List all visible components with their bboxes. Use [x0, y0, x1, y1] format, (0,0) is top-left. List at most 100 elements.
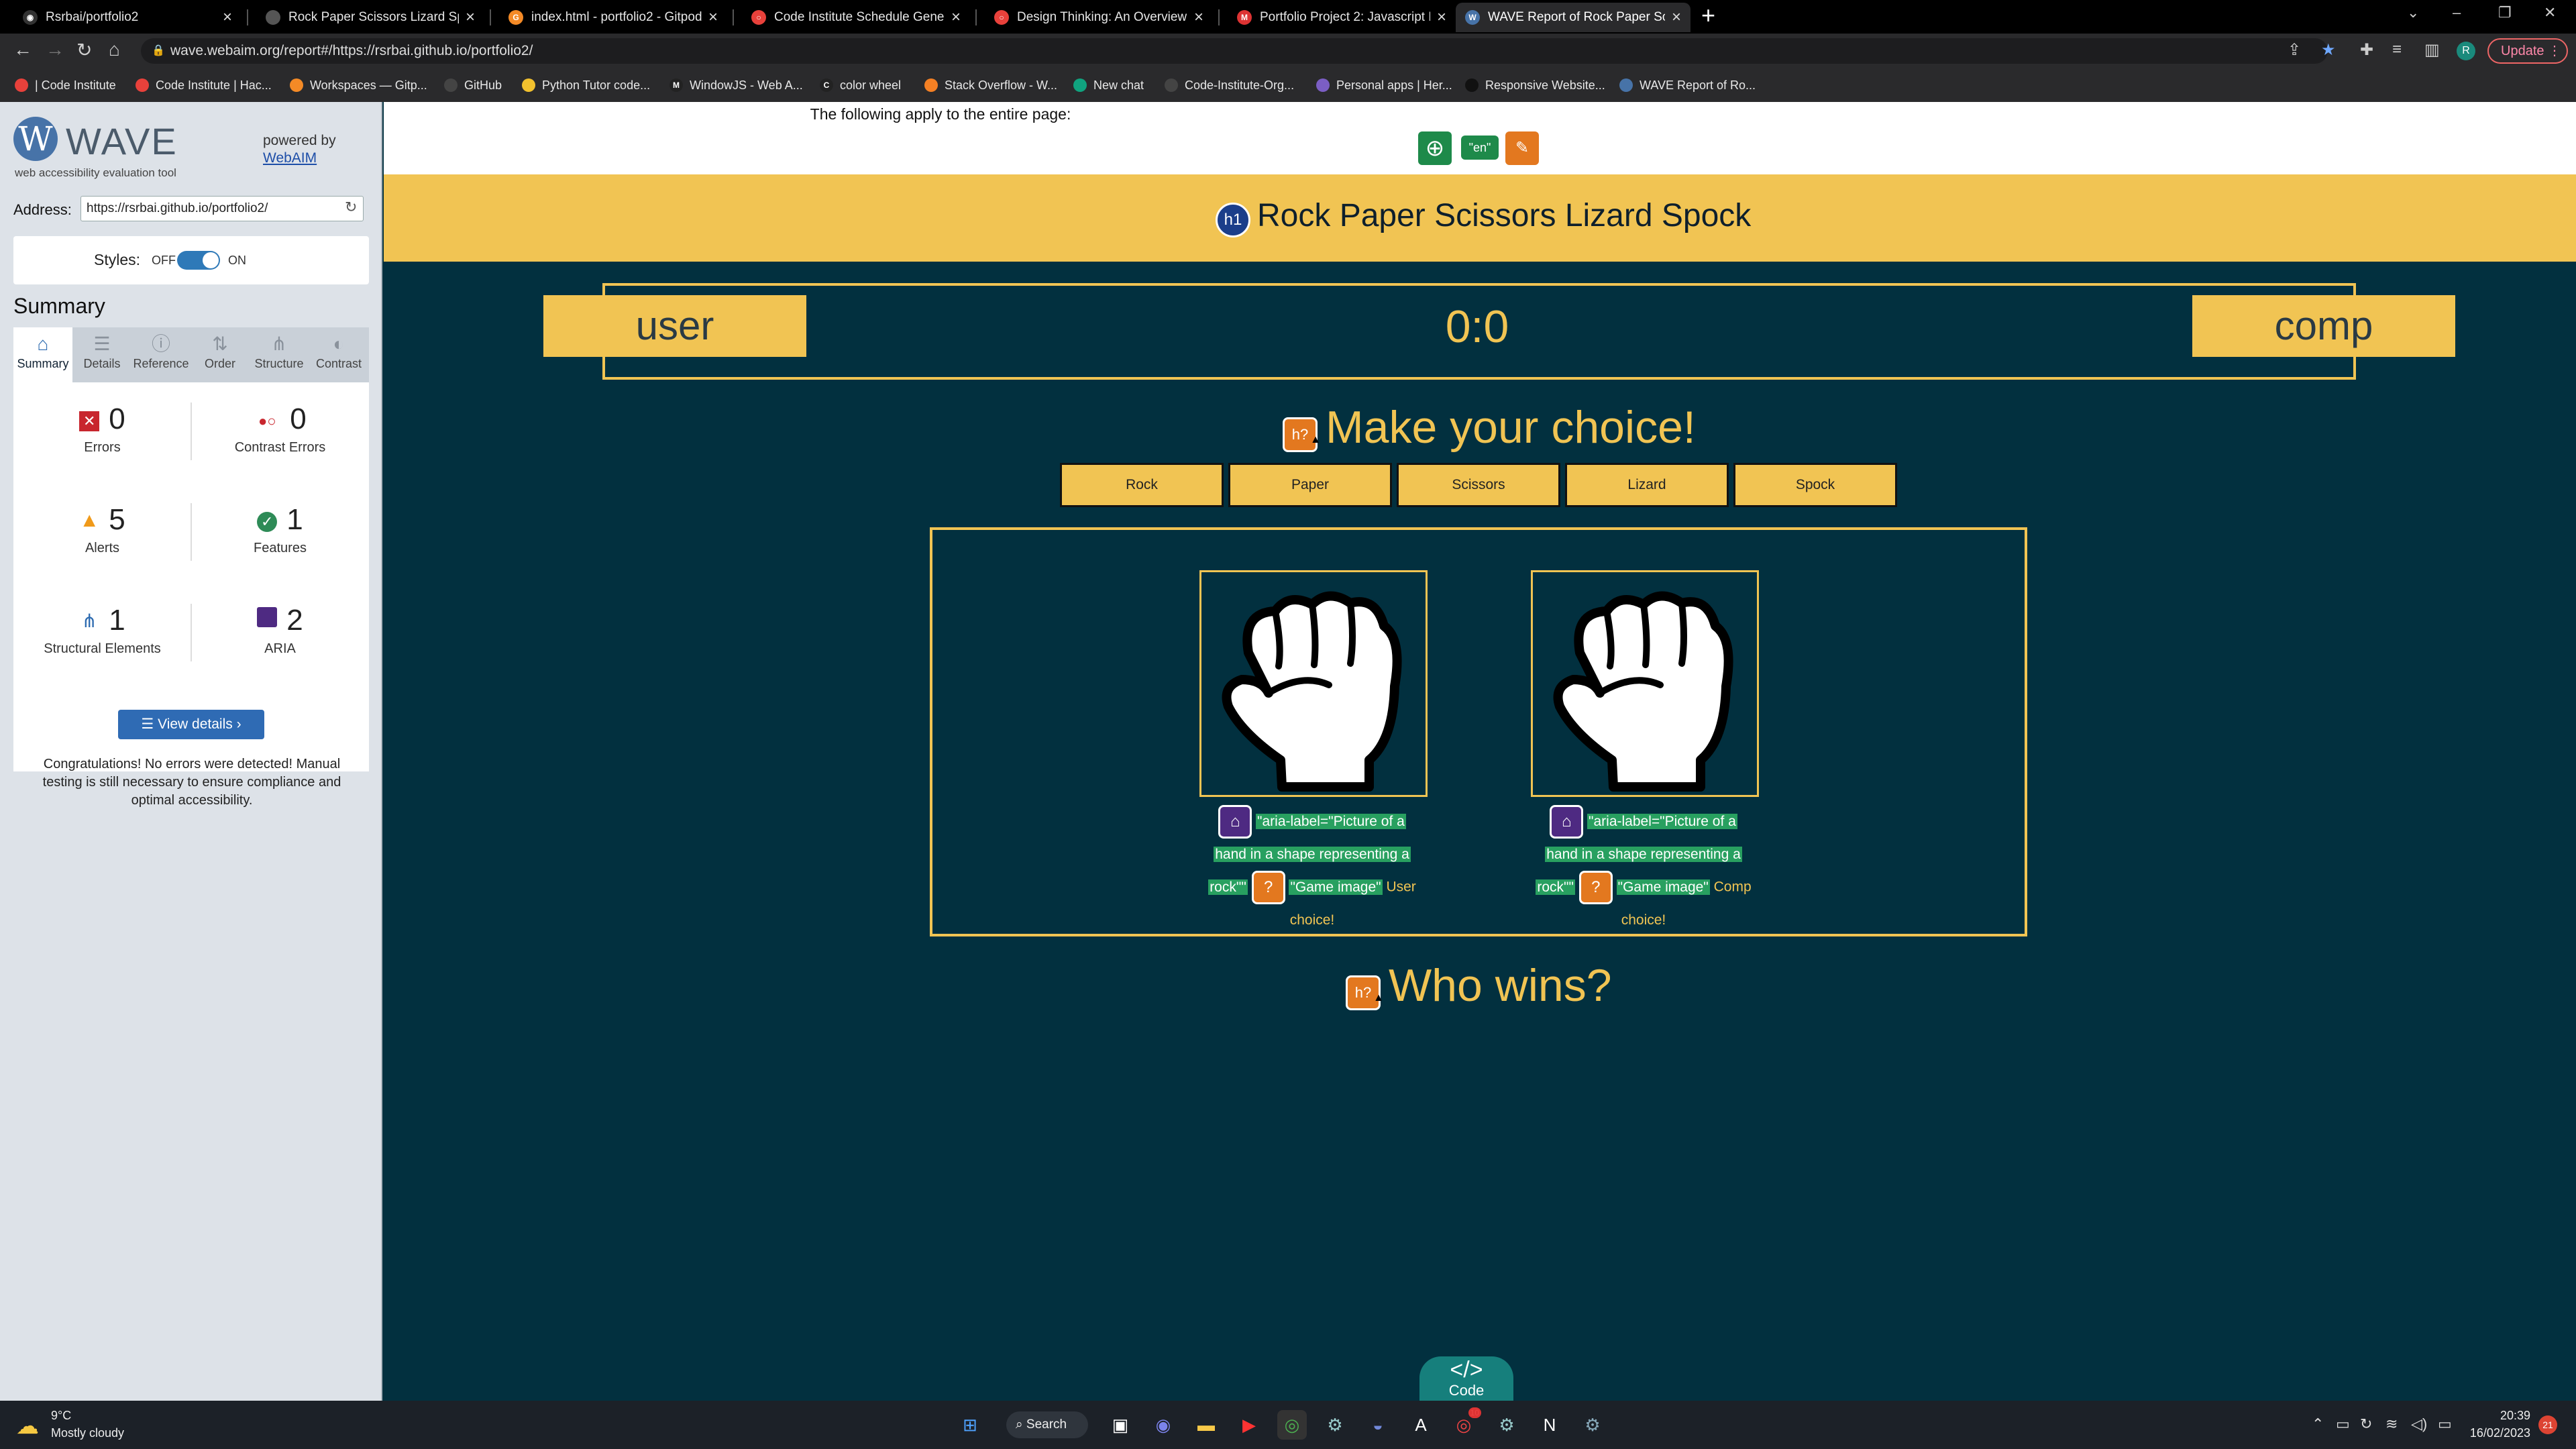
spock-button[interactable]: Spock	[1733, 463, 1897, 507]
bookmark-workspaces[interactable]: Workspaces — Gitp...	[290, 74, 427, 97]
minimize-icon[interactable]: –	[2453, 4, 2461, 21]
media-icon[interactable]: ≡	[2392, 40, 2402, 59]
tab-order[interactable]: ⇅ Order	[191, 327, 250, 382]
notification-count[interactable]: 21	[2538, 1415, 2557, 1434]
tab-portfolio-project-2[interactable]: M Portfolio Project 2: Javascript Ess ×	[1228, 3, 1456, 32]
bookmark-wave-report[interactable]: WAVE Report of Ro...	[1619, 74, 1756, 97]
steam-icon[interactable]: ⚙	[1320, 1410, 1350, 1440]
styles-toggle[interactable]	[177, 251, 220, 270]
update-button[interactable]: Update ⋮	[2487, 38, 2568, 64]
tab-title: Code Institute Schedule Generato	[774, 10, 945, 24]
forward-icon[interactable]: →	[46, 39, 64, 60]
bookmark-stack-overflow[interactable]: Stack Overflow - W...	[924, 74, 1057, 97]
refresh-icon[interactable]: ↻	[345, 199, 357, 216]
language-globe-icon[interactable]: ⊕	[1418, 131, 1452, 165]
chrome-icon[interactable]: ◎	[1277, 1410, 1307, 1440]
discord-icon[interactable]: ◒	[1363, 1410, 1393, 1440]
tray-chevron-icon[interactable]: ⌃	[2312, 1415, 2324, 1433]
bookmark-code-institute[interactable]: | Code Institute	[15, 74, 116, 97]
scissors-button[interactable]: Scissors	[1397, 463, 1560, 507]
code-panel-button[interactable]: </> Code	[1419, 1356, 1513, 1401]
close-window-icon[interactable]: ✕	[2544, 4, 2556, 21]
wifi-icon[interactable]: ≋	[2385, 1415, 2398, 1433]
battery-icon[interactable]: ▭	[2438, 1415, 2452, 1433]
page-alert-icon[interactable]: ✎	[1505, 131, 1539, 165]
steam-alt-icon[interactable]: ⚙	[1492, 1410, 1521, 1440]
task-view-icon[interactable]: ▣	[1106, 1410, 1135, 1440]
profile-avatar[interactable]: R	[2457, 42, 2475, 60]
restore-icon[interactable]: ❐	[2498, 4, 2512, 21]
bookmark-personal-apps[interactable]: Personal apps | Her...	[1316, 74, 1452, 97]
weather-icon[interactable]: ☁	[16, 1413, 39, 1440]
tab-design-thinking[interactable]: ○ Design Thinking: An Overview | C ×	[985, 3, 1213, 32]
notion-icon[interactable]: N	[1535, 1410, 1564, 1440]
webaim-link[interactable]: WebAIM	[263, 150, 317, 166]
close-icon[interactable]: ×	[1437, 8, 1446, 27]
tray-sync-icon[interactable]: ↻	[2360, 1415, 2372, 1433]
tab-label: Summary	[17, 357, 69, 370]
file-explorer-icon[interactable]: ▬	[1191, 1410, 1221, 1440]
bookmark-new-chat[interactable]: New chat	[1073, 74, 1144, 97]
side-panel-icon[interactable]: ▥	[2424, 40, 2440, 60]
close-icon[interactable]: ×	[1194, 8, 1203, 27]
youtube-icon[interactable]: ▶	[1234, 1410, 1264, 1440]
tab-wave-report[interactable]: W WAVE Report of Rock Paper Scisso ×	[1456, 3, 1690, 32]
aria-tag-icon[interactable]: ⌂	[1550, 805, 1584, 839]
heading-alert-icon[interactable]: h? ▲	[1283, 417, 1321, 452]
close-icon[interactable]: ×	[708, 8, 718, 27]
bookmark-github[interactable]: GitHub	[444, 74, 502, 97]
tab-reference[interactable]: ⓘ Reference	[131, 327, 191, 382]
aria-tag-icon[interactable]: ⌂	[1218, 805, 1252, 839]
close-icon[interactable]: ×	[951, 8, 961, 27]
view-details-button[interactable]: ☰ View details ›	[118, 710, 264, 739]
start-icon[interactable]: ⊞	[955, 1410, 985, 1440]
close-icon[interactable]: ×	[223, 8, 232, 27]
address-input[interactable]: https://rsrbai.github.io/portfolio2/	[80, 196, 364, 221]
tab-search-icon[interactable]: ⌄	[2407, 4, 2419, 21]
game-images-frame	[930, 527, 2027, 936]
h1-badge-icon[interactable]: h1	[1216, 203, 1250, 237]
tab-contrast[interactable]: ◐ Contrast	[309, 327, 369, 382]
alt-alert-icon[interactable]: ?	[1251, 871, 1285, 904]
bookmark-star-icon[interactable]: ★	[2321, 40, 2336, 60]
aria-label: ARIA	[264, 641, 296, 656]
bookmark-python-tutor[interactable]: Python Tutor code...	[522, 74, 650, 97]
back-icon[interactable]: ←	[13, 39, 32, 60]
bookmark-color-wheel[interactable]: Ccolor wheel	[820, 74, 901, 97]
settings-icon[interactable]: ⚙	[1578, 1410, 1607, 1440]
tab-schedule-generator[interactable]: ○ Code Institute Schedule Generato ×	[742, 3, 970, 32]
lizard-button[interactable]: Lizard	[1565, 463, 1729, 507]
bookmark-windowjs[interactable]: M WindowJS - Web A...	[669, 74, 803, 97]
styles-on-label: ON	[228, 254, 246, 267]
share-icon[interactable]: ⇪	[2288, 40, 2301, 60]
teams-icon[interactable]: ◉	[1148, 1410, 1178, 1440]
home-icon[interactable]: ⌂	[109, 39, 120, 60]
alt-alert-icon[interactable]: ?	[1578, 871, 1613, 904]
tab-details[interactable]: ☰ Details	[72, 327, 131, 382]
rock-button[interactable]: Rock	[1060, 463, 1224, 507]
tab-rock-paper-scissors[interactable]: Rock Paper Scissors Lizard Spock ×	[256, 3, 484, 32]
lang-value-badge[interactable]: "en"	[1461, 136, 1499, 160]
volume-icon[interactable]: ◁)	[2411, 1415, 2427, 1433]
paper-button[interactable]: Paper	[1228, 463, 1392, 507]
close-icon[interactable]: ×	[1672, 8, 1681, 27]
tab-summary[interactable]: ⌂ Summary	[13, 327, 72, 382]
new-tab-icon[interactable]: +	[1701, 1, 1715, 30]
tab-gitpod-index[interactable]: G index.html - portfolio2 - Gitpod C ×	[499, 3, 727, 32]
tab-rsrbai-portfolio2[interactable]: ◉ Rsrbai/portfolio2 ×	[13, 3, 241, 32]
tab-structure[interactable]: ⋔ Structure	[250, 327, 309, 382]
bookmark-responsive-website[interactable]: Responsive Website...	[1465, 74, 1605, 97]
adobe-icon[interactable]: A	[1406, 1410, 1436, 1440]
close-icon[interactable]: ×	[466, 8, 475, 27]
rock-fist-icon	[1553, 591, 1733, 792]
address-bar[interactable]: 🔒 wave.webaim.org/report#/https://rsrbai…	[141, 38, 2328, 64]
bookmark-code-institute-org[interactable]: Code-Institute-Org...	[1165, 74, 1294, 97]
chrome-red-icon[interactable]: ◎ 10	[1449, 1407, 1481, 1440]
extensions-icon[interactable]: ✚	[2360, 40, 2373, 60]
reload-icon[interactable]: ↻	[76, 39, 92, 61]
bookmark-code-institute-hac[interactable]: Code Institute | Hac...	[136, 74, 272, 97]
tab-title: Rsrbai/portfolio2	[46, 10, 139, 24]
taskbar-search[interactable]: ⌕ Search	[1006, 1411, 1088, 1438]
heading-alert-icon[interactable]: h? ▲	[1346, 975, 1384, 1010]
tray-app-icon[interactable]: ▭	[2336, 1415, 2350, 1433]
